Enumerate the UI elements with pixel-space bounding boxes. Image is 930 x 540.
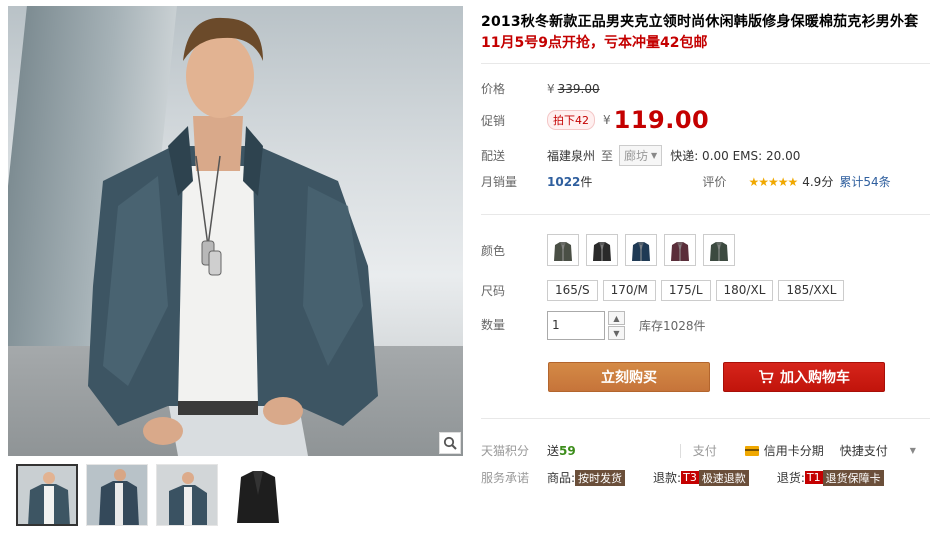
sales-count: 1022 xyxy=(547,174,581,189)
quantity-row: 数量 1 ▲ ▼ 库存1028件 xyxy=(481,311,706,340)
jacket-thumbnail-icon xyxy=(632,242,650,261)
magnifier-icon xyxy=(443,436,457,450)
quick-pay-link[interactable]: 快捷支付 xyxy=(840,442,888,459)
quantity-stepper: ▲ ▼ xyxy=(608,311,625,340)
points-amount: 59 xyxy=(559,443,576,458)
product-header: 2013秋冬新款正品男夹克立领时尚休闲韩版修身保暖棉茄克衫男外套 11月5号9点… xyxy=(481,12,926,54)
return-label: 退货: xyxy=(776,471,805,485)
main-product-image[interactable] xyxy=(8,6,463,456)
return-code-badge: T1 xyxy=(804,471,823,484)
thumbnail-1[interactable] xyxy=(16,464,78,526)
size-row: 尺码 165/S 170/M 175/L 180/XL 185/XXL xyxy=(481,280,845,301)
destination-value: 廊坊 xyxy=(624,149,649,163)
promo-price-row: 促销 拍下42 ¥ 119.00 xyxy=(481,106,709,134)
zoom-button[interactable] xyxy=(439,432,461,454)
product-subtitle: 11月5号9点开抢，亏本冲量42包邮 xyxy=(481,35,708,51)
promo-tag: 拍下42 xyxy=(547,110,595,130)
credit-card-installment[interactable]: 信用卡分期 xyxy=(764,442,824,459)
buy-now-button[interactable]: 立刻购买 xyxy=(548,362,710,392)
jacket-thumbnail-icon xyxy=(593,242,611,261)
product-title: 2013秋冬新款正品男夹克立领时尚休闲韩版修身保暖棉茄克衫男外套 xyxy=(481,14,919,30)
sales-label: 月销量 xyxy=(481,175,518,189)
thumbnail-3[interactable] xyxy=(156,464,218,526)
service-label: 服务承诺 xyxy=(481,471,530,485)
color-swatch[interactable] xyxy=(625,234,657,266)
points-label: 天猫积分 xyxy=(481,444,530,458)
size-option[interactable]: 180/XL xyxy=(715,280,774,301)
promo-price: 119.00 xyxy=(613,106,710,134)
buy-now-label: 立刻购买 xyxy=(601,370,657,386)
jacket-thumbnail-icon xyxy=(671,242,689,261)
shipping-fees: 快递: 0.00 EMS: 20.00 xyxy=(670,149,801,163)
size-label: 尺码 xyxy=(481,284,506,298)
refund-code-badge: T3 xyxy=(681,471,699,484)
triangle-down-icon[interactable]: ▼ xyxy=(910,446,916,455)
color-swatch[interactable] xyxy=(547,234,579,266)
fast-refund-tag[interactable]: 极速退款 xyxy=(698,469,749,486)
sales-unit: 件 xyxy=(580,175,593,189)
product-gallery xyxy=(8,6,463,536)
color-swatch[interactable] xyxy=(703,234,735,266)
triangle-down-icon: ▼ xyxy=(651,151,658,160)
services-divider xyxy=(481,418,930,419)
price-label: 价格 xyxy=(481,82,506,96)
triangle-down-icon: ▼ xyxy=(613,328,620,338)
on-time-delivery-tag[interactable]: 按时发货 xyxy=(575,469,626,486)
increase-button[interactable]: ▲ xyxy=(608,311,625,325)
service-row: 服务承诺 商品: 按时发货 退款: T3 极速退款 退货: T1 退货保障卡 xyxy=(481,469,884,486)
points-row: 天猫积分 送 59 支付 信用卡分期 快捷支付 ▼ xyxy=(481,442,916,459)
quantity-input[interactable]: 1 xyxy=(547,311,605,340)
jacket-thumbnail-icon xyxy=(710,242,728,261)
model-photo xyxy=(88,17,378,456)
thumbnail-2[interactable] xyxy=(86,464,148,526)
promo-currency: ¥ xyxy=(603,113,611,127)
refund-label: 退款: xyxy=(653,471,682,485)
size-option[interactable]: 165/S xyxy=(547,280,598,301)
goods-label: 商品: xyxy=(547,471,576,485)
pay-label: 支付 xyxy=(692,444,717,458)
thumbnail-4[interactable] xyxy=(226,464,288,526)
points-separator xyxy=(679,443,681,458)
cart-icon xyxy=(759,370,774,384)
color-swatches xyxy=(547,234,735,266)
color-label: 颜色 xyxy=(481,243,506,258)
credit-card-icon xyxy=(744,445,759,456)
triangle-up-icon: ▲ xyxy=(613,313,620,323)
price-currency: ¥ xyxy=(547,81,555,96)
original-price: 339.00 xyxy=(557,81,600,96)
add-to-cart-button[interactable]: 加入购物车 xyxy=(723,362,885,392)
color-row: 颜色 xyxy=(481,234,735,266)
options-divider xyxy=(481,214,930,215)
size-option[interactable]: 185/XXL xyxy=(778,280,845,301)
color-swatch[interactable] xyxy=(586,234,618,266)
add-to-cart-label: 加入购物车 xyxy=(780,370,850,386)
shipping-to-word: 至 xyxy=(601,149,614,163)
return-guarantee-tag[interactable]: 退货保障卡 xyxy=(822,469,884,486)
header-divider xyxy=(481,63,930,64)
thumbnail-strip xyxy=(8,464,288,526)
size-option[interactable]: 170/M xyxy=(602,280,656,301)
shipping-from: 福建泉州 xyxy=(547,149,596,163)
decrease-button[interactable]: ▼ xyxy=(608,326,625,340)
rating-stars: ★★★★★ xyxy=(748,174,798,189)
original-price-row: 价格 ¥ 339.00 xyxy=(481,80,600,97)
rating-score: 4.9分 xyxy=(802,175,834,189)
total-reviews-link[interactable]: 累计54条 xyxy=(839,173,890,190)
promo-label: 促销 xyxy=(481,113,506,128)
size-options: 165/S 170/M 175/L 180/XL 185/XXL xyxy=(547,280,845,301)
sales-row: 月销量 1022 件 评价 ★★★★★ 4.9分 累计54条 xyxy=(481,173,891,190)
jacket-thumbnail-icon xyxy=(554,242,572,261)
quantity-label: 数量 xyxy=(481,318,506,332)
rating-label: 评价 xyxy=(702,175,727,189)
points-send-word: 送 xyxy=(547,444,560,458)
shipping-row: 配送 福建泉州 至 廊坊 ▼ 快递: 0.00 EMS: 20.00 xyxy=(481,145,800,166)
color-swatch[interactable] xyxy=(664,234,696,266)
stock-count: 库存1028件 xyxy=(639,319,706,333)
size-option[interactable]: 175/L xyxy=(660,280,711,301)
shipping-label: 配送 xyxy=(481,149,506,163)
destination-select[interactable]: 廊坊 ▼ xyxy=(619,145,663,166)
